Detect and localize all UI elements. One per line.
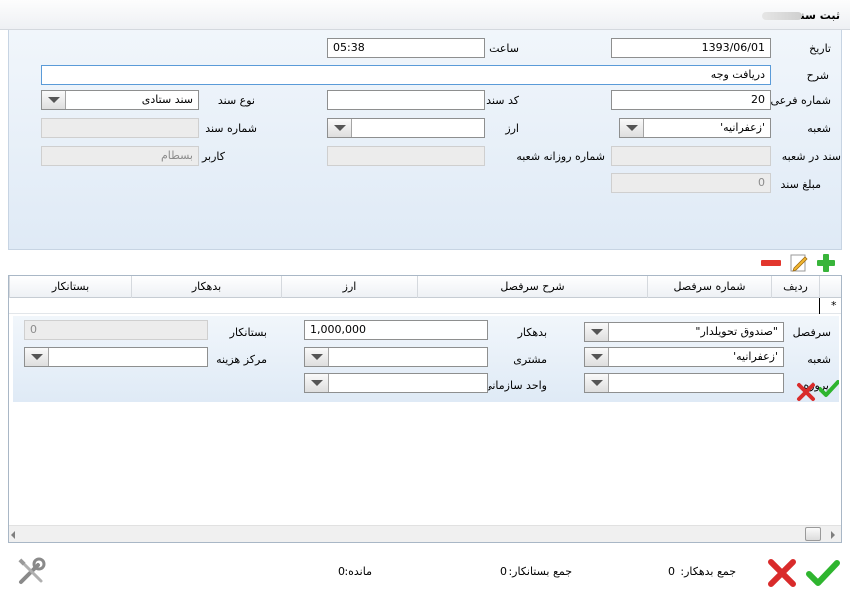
doc-amount-input: 0 (611, 173, 771, 193)
column-header-account-number[interactable]: شماره سرفصل (647, 276, 771, 298)
credit-label: بستانکار (229, 326, 267, 339)
doc-type-combo[interactable]: سند ستادی (41, 90, 199, 110)
chevron-down-icon[interactable] (25, 348, 49, 366)
branch-daily-number-input (327, 146, 485, 166)
chevron-down-icon[interactable] (305, 348, 329, 366)
column-header-currency[interactable]: ارز (281, 276, 417, 298)
org-unit-label: واحد سازمانی (483, 379, 547, 392)
scroll-left-icon[interactable] (11, 531, 15, 539)
horizontal-scrollbar[interactable] (9, 525, 841, 542)
doc-type-value: سند ستادی (141, 93, 193, 106)
column-header-account-description[interactable]: شرح سرفصل (417, 276, 647, 298)
doc-number-label: شماره سند (205, 122, 257, 135)
doc-number-input (41, 118, 199, 138)
account-label: سرفصل (792, 326, 831, 339)
chevron-down-icon[interactable] (328, 119, 352, 137)
add-row-icon[interactable] (816, 253, 836, 273)
column-header-row[interactable]: ردیف (771, 276, 819, 298)
branch-label: شعبه (807, 122, 831, 135)
customer-label: مشتری (513, 353, 547, 366)
user-input: بسطام (41, 146, 199, 166)
new-row-marker: * (831, 299, 837, 312)
edit-row-icon[interactable] (789, 253, 809, 273)
debit-input[interactable]: 1,000,000 (304, 320, 488, 340)
description-input[interactable]: دریافت وجه (41, 65, 771, 85)
date-input[interactable]: 1393/06/01 (611, 38, 771, 58)
remaining-label: مانده: (344, 565, 372, 578)
credit-total-value: 0 (500, 565, 507, 578)
doc-in-branch-label: سند در شعبه (781, 150, 841, 163)
column-header-credit[interactable]: بستانکار (9, 276, 131, 298)
table-row[interactable]: * (9, 298, 841, 314)
doc-in-branch-input (611, 146, 771, 166)
delete-row-icon[interactable] (760, 253, 782, 273)
document-header-panel: تاریخ 1393/06/01 ساعت 05:38 شرح دریافت و… (8, 30, 842, 250)
customer-combo[interactable] (304, 347, 488, 367)
line-detail-panel: سرفصل "صندوق تحویلدار" بدهکار 1,000,000 … (13, 316, 839, 402)
cost-center-combo[interactable] (24, 347, 208, 367)
doc-amount-label: مبلغ سند (780, 178, 821, 191)
project-combo[interactable] (584, 373, 784, 393)
footer-bar: جمع بدهکار: 0 جمع بستانکار: 0 مانده: 0 (8, 545, 842, 600)
time-label: ساعت (489, 42, 519, 55)
journal-lines-grid: ردیف شماره سرفصل شرح سرفصل ارز بدهکار بس… (8, 275, 842, 543)
row-cursor (819, 298, 820, 314)
column-header-debit[interactable]: بدهکار (131, 276, 281, 298)
credit-total-label: جمع بستانکار: (508, 565, 572, 578)
currency-label: ارز (505, 122, 519, 135)
cancel-line-icon[interactable] (796, 382, 816, 402)
chevron-down-icon[interactable] (585, 323, 609, 341)
app-name-blurred (762, 12, 802, 20)
branch-daily-number-label: شماره روزانه شعبه (516, 150, 605, 163)
account-value: "صندوق تحویلدار" (695, 325, 778, 338)
grid-header: ردیف شماره سرفصل شرح سرفصل ارز بدهکار بس… (9, 276, 841, 298)
line-branch-combo[interactable]: 'زعفرانیه' (584, 347, 784, 367)
doc-code-label: کد سند (486, 94, 519, 107)
sub-number-input[interactable]: 20 (611, 90, 771, 110)
user-label: کاربر (201, 150, 225, 163)
org-unit-combo[interactable] (304, 373, 488, 393)
scrollbar-thumb[interactable] (805, 527, 821, 541)
tools-icon[interactable] (16, 557, 46, 587)
doc-type-label: نوع سند (217, 94, 255, 107)
credit-input: 0 (24, 320, 208, 340)
scroll-right-icon[interactable] (831, 531, 835, 539)
chevron-down-icon[interactable] (305, 374, 329, 392)
debit-total-label: جمع بدهکار: (680, 565, 736, 578)
chevron-down-icon[interactable] (585, 348, 609, 366)
time-input[interactable]: 05:38 (327, 38, 485, 58)
confirm-line-icon[interactable] (819, 380, 839, 398)
row-selector-header (819, 276, 841, 298)
title-bar: ثبت سند (0, 0, 850, 30)
cost-center-label: مرکز هزینه (216, 353, 267, 366)
branch-combo[interactable]: 'زعفرانیه' (619, 118, 771, 138)
chevron-down-icon[interactable] (585, 374, 609, 392)
remaining-value: 0 (338, 565, 345, 578)
cancel-icon[interactable] (766, 557, 798, 589)
line-branch-label: شعبه (807, 353, 831, 366)
doc-code-input[interactable] (327, 90, 485, 110)
line-branch-value: 'زعفرانیه' (733, 350, 778, 363)
description-label: شرح (806, 69, 829, 82)
debit-label: بدهکار (517, 326, 547, 339)
branch-value: 'زعفرانیه' (720, 121, 765, 134)
grid-toolbar (8, 250, 842, 275)
save-icon[interactable] (806, 559, 840, 587)
account-combo[interactable]: "صندوق تحویلدار" (584, 322, 784, 342)
chevron-down-icon[interactable] (42, 91, 66, 109)
chevron-down-icon[interactable] (620, 119, 644, 137)
currency-combo[interactable] (327, 118, 485, 138)
sub-number-label: شماره فرعی (770, 94, 831, 107)
debit-total-value: 0 (668, 565, 675, 578)
date-label: تاریخ (809, 42, 831, 55)
